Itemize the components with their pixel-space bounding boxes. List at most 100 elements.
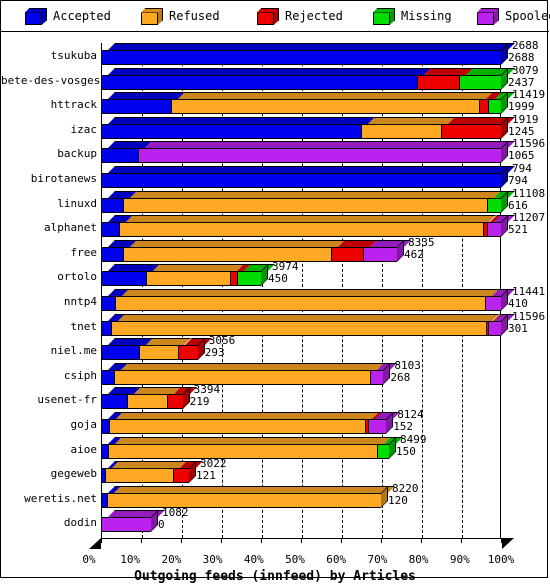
x-tick (221, 538, 222, 543)
bar-segment-accepted[interactable] (101, 443, 109, 459)
legend-label: Spooled (505, 9, 550, 23)
bar-second-label: 152 (393, 420, 414, 433)
bar-segment-accepted[interactable] (101, 197, 123, 213)
x-tick (141, 538, 142, 543)
x-tick (101, 538, 102, 543)
bar-segment-accepted[interactable] (101, 74, 418, 90)
bar-segment-accepted[interactable] (101, 345, 140, 361)
bar-row: tsukuba 2688 2688 (1, 40, 549, 65)
bar-row: backup 11596 1065 (1, 138, 549, 164)
bar-second-label: 462 (404, 247, 424, 261)
bar-total-label: 3079 (512, 63, 539, 77)
x-tick-label: 0% (82, 553, 96, 566)
bar-segment-accepted[interactable] (101, 419, 109, 434)
bar-segment-rejected[interactable] (173, 468, 189, 484)
chart-legend: Accepted Refused Rejected Missing Spooled (1, 1, 550, 32)
bar-second-label: 450 (268, 272, 288, 286)
bar-segment-missing[interactable] (487, 99, 501, 115)
bar-total-label: 1082 (162, 506, 189, 520)
bar-segment-rejected[interactable] (331, 246, 363, 262)
bar-segment-refused[interactable] (119, 222, 483, 238)
bar-second-label: 120 (388, 493, 408, 507)
bar-segment-refused[interactable] (105, 468, 173, 484)
bar-segment-refused[interactable] (115, 296, 485, 311)
floor-left-bevel (89, 538, 101, 549)
bar-segment-refused[interactable] (111, 320, 486, 336)
bar-segment-rejected[interactable] (479, 99, 488, 115)
bar-segment-refused[interactable] (139, 345, 178, 361)
bar-segment-top (115, 412, 379, 419)
bar-segment-top (244, 264, 275, 272)
bar-segment-refused[interactable] (171, 99, 479, 115)
bar-segment-top (144, 141, 515, 149)
bar-segment-rejected[interactable] (417, 74, 459, 90)
bar-total-label: 1919 (512, 112, 539, 126)
legend-label: Refused (169, 9, 220, 23)
bar-segment-accepted[interactable] (101, 173, 501, 188)
bar-second-label: 794 (508, 174, 528, 187)
bar-segment-rejected[interactable] (440, 123, 501, 139)
bar-segment-top (121, 362, 385, 370)
bar-segment-top (126, 215, 497, 223)
x-tick-label: 100% (487, 553, 515, 566)
y-axis-label: httrack (50, 98, 97, 112)
bar-total-label: 8499 (400, 432, 427, 446)
bar-segment-spooled[interactable] (368, 419, 387, 434)
bar-segment-spooled[interactable] (370, 369, 384, 385)
bar-segment-accepted[interactable] (101, 246, 123, 262)
bar-row: csiph 8103 268 (1, 360, 549, 385)
x-tick-label: 60% (326, 553, 347, 566)
bar-segment-rejected[interactable] (177, 345, 198, 361)
bar-total-label: 11596 (512, 309, 546, 323)
bar-segment-missing[interactable] (237, 271, 261, 287)
bar-segment-accepted[interactable] (101, 50, 501, 65)
bar-segment-refused[interactable] (123, 246, 331, 262)
x-tick (421, 538, 422, 543)
bar-segment-spooled[interactable] (485, 296, 501, 311)
bar-segment-missing[interactable] (459, 74, 501, 90)
bar-segment-rejected[interactable] (166, 394, 183, 410)
bar-row: usenet-fr 3394 219 (1, 384, 549, 410)
bar-total-label: 794 (512, 162, 532, 175)
bar-segment-refused[interactable] (108, 419, 365, 434)
bar-segment-missing[interactable] (487, 197, 501, 213)
bar-segment-spooled[interactable] (363, 246, 397, 262)
bar-segment-accepted[interactable] (101, 99, 171, 115)
bar-segment-refused[interactable] (114, 369, 371, 385)
x-tick (261, 538, 262, 543)
x-tick (181, 538, 182, 543)
bar-segment-accepted[interactable] (101, 369, 115, 385)
bar-segment-missing[interactable] (377, 443, 389, 459)
bar-segment-refused[interactable] (360, 123, 441, 139)
bar-row: httrack 11419 1999 (1, 89, 549, 115)
bar-segment-accepted[interactable] (101, 123, 361, 139)
bar-segment-spooled[interactable] (101, 517, 151, 533)
y-axis-label: csiph (63, 368, 97, 382)
bar-segment-rejected[interactable] (230, 271, 238, 287)
x-tick (501, 538, 502, 543)
bar-second-label: 150 (396, 444, 416, 458)
bar-segment-accepted[interactable] (101, 148, 138, 164)
x-tick-label: 40% (243, 553, 264, 566)
bar-segment-spooled[interactable] (487, 222, 501, 238)
bar-row: linuxd 11108 616 (1, 188, 549, 213)
bar-segment-top (178, 92, 493, 100)
bar-segment-accepted[interactable] (101, 222, 120, 238)
bar-row: free 8335 462 (1, 237, 549, 262)
bar-row: gegeweb 3022 121 (1, 458, 549, 484)
bar-segment-accepted[interactable] (101, 320, 112, 336)
bar-segment-accepted[interactable] (101, 296, 116, 311)
bar-segment-refused[interactable] (146, 271, 231, 287)
bar-second-label: 268 (390, 370, 411, 384)
bar-segment-refused[interactable] (108, 443, 377, 459)
bar-segment-refused[interactable] (126, 394, 167, 410)
bar-segment-accepted[interactable] (101, 271, 147, 287)
y-axis-label: usenet-fr (37, 393, 97, 407)
bar-segment-spooled[interactable] (487, 320, 501, 336)
bar-segment-refused[interactable] (107, 492, 381, 508)
legend-label: Missing (401, 9, 452, 23)
bar-second-label: 2437 (508, 75, 535, 89)
bar-segment-accepted[interactable] (101, 394, 127, 410)
bar-segment-spooled[interactable] (137, 148, 501, 164)
bar-segment-refused[interactable] (123, 197, 487, 213)
